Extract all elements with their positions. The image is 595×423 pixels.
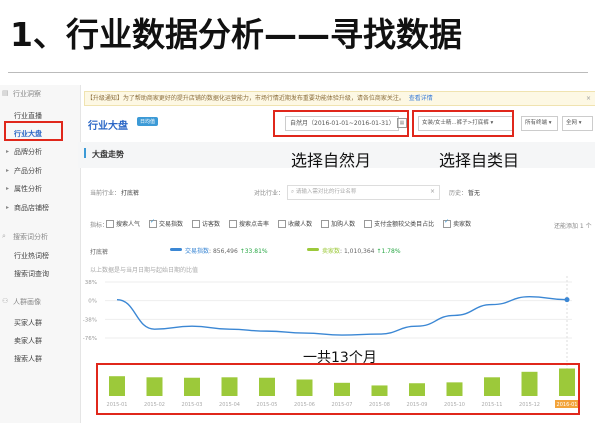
y-tick-label: 38%	[85, 280, 97, 286]
metric-label: 支付金额较父类目占比	[374, 221, 435, 228]
metric-option[interactable]: 搜索人气	[106, 219, 140, 228]
legend-swatch-trade	[170, 248, 182, 251]
metric-checkbox[interactable]	[278, 219, 287, 228]
metrics-row: 搜索人气 交易指数 访客数 搜索点击率 收藏人数 加购人数 支付金额较父类目占比 卖家数	[106, 218, 472, 228]
legend-trade-name: 交易指数	[185, 248, 210, 255]
metric-option[interactable]: 交易指数	[149, 218, 184, 228]
terminal-select[interactable]: 所有终端 ▾	[521, 116, 558, 131]
sidebar-item-brand[interactable]: 品牌分析	[14, 147, 42, 157]
callout-category: 选择自类目	[439, 151, 520, 170]
sidebar-item-query[interactable]: 搜索词查询	[14, 269, 49, 279]
line-trade	[116, 296, 568, 336]
metric-label: 加购人数	[331, 221, 356, 228]
history-value: 暂无	[468, 190, 481, 197]
expand-arrow-icon[interactable]: ▸	[6, 167, 9, 174]
metric-checkbox[interactable]	[321, 219, 330, 228]
metric-label: 卖家数	[453, 221, 472, 228]
legend-swatch-sellers	[307, 248, 319, 251]
title-divider	[8, 72, 588, 73]
sidebar-item-ranking[interactable]: 商品店铺榜	[14, 203, 49, 213]
legend-trade-change: 33.81%	[244, 248, 268, 255]
metric-option[interactable]: 搜索点击率	[229, 219, 269, 228]
metric-checkbox[interactable]	[106, 219, 114, 228]
slide-title: 1、行业数据分析——寻找数据	[10, 15, 462, 54]
metric-label: 收藏人数	[288, 221, 313, 228]
compare-input[interactable]: ⌕ 请输入需对比的行业名称	[287, 185, 440, 200]
y-tick-label: -76%	[83, 336, 97, 342]
search-icon: ⌕	[2, 232, 6, 240]
legend-sellers: 卖家数: 1,010,364 ↑1.78%	[322, 248, 401, 255]
metric-option[interactable]: 加购人数	[321, 219, 355, 228]
scope-select[interactable]: 全网 ▾	[562, 116, 593, 131]
scope-value: 全网	[566, 120, 578, 126]
metric-label: 访客数	[202, 221, 221, 228]
legend-sellers-value: 1,010,364	[343, 248, 375, 255]
module-title: 行业大盘	[88, 121, 128, 132]
compare-label: 对比行业：	[254, 190, 285, 197]
y-tick-label: -38%	[83, 317, 97, 323]
metric-option[interactable]: 访客数	[192, 219, 220, 228]
legend-sellers-change: 1.78%	[381, 248, 401, 255]
trend-title: 大盘走势	[92, 150, 124, 159]
metric-checkbox[interactable]	[229, 219, 238, 228]
legend-sellers-name: 卖家数	[322, 248, 341, 255]
current-industry-value: 打底裤	[121, 190, 140, 197]
close-icon[interactable]: ×	[586, 92, 591, 105]
metric-checkbox[interactable]	[364, 219, 373, 228]
y-tick-label: 0%	[88, 299, 97, 305]
history-label: 历史：	[449, 190, 468, 197]
metric-option[interactable]: 收藏人数	[278, 219, 312, 228]
metric-checkbox[interactable]	[192, 219, 201, 228]
sidebar-header-search: 搜索词分析	[13, 233, 48, 241]
sidebar-item-attribute[interactable]: 属性分析	[14, 184, 42, 194]
people-icon: ⚇	[2, 297, 9, 305]
sidebar-item-sellers[interactable]: 卖家人群	[14, 336, 42, 346]
legend-trade-value: 856,496	[212, 248, 238, 255]
notice-link[interactable]: 查看详情	[409, 95, 433, 102]
metric-checkbox[interactable]	[443, 218, 452, 228]
chart-industry-label: 打底裤	[90, 249, 109, 256]
highlight-date	[273, 110, 409, 137]
add-note: 还能添加 1 个	[554, 223, 592, 230]
current-industry-label: 当前行业：	[90, 190, 121, 197]
notice-text: 【升级通知】为了帮助商家更好的提升店铺的数据化运营能力，市场行情近期发布重要功能…	[86, 95, 405, 102]
sidebar-item-buyers[interactable]: 买家人群	[14, 318, 42, 328]
metric-option[interactable]: 卖家数	[443, 218, 472, 228]
sidebar-header-industry: 行业洞察	[13, 90, 41, 98]
chart-icon: ▤	[2, 89, 9, 97]
sidebar-header-people: 人群画像	[13, 298, 41, 306]
highlight-category	[412, 110, 514, 137]
highlight-sidebar-market	[4, 121, 63, 141]
terminal-value: 所有终端	[525, 120, 548, 126]
metric-checkbox[interactable]	[149, 218, 158, 228]
expand-arrow-icon[interactable]: ▸	[6, 204, 9, 211]
metric-label: 搜索点击率	[239, 221, 270, 228]
expand-arrow-icon[interactable]: ▸	[6, 148, 9, 155]
notice-banner: 【升级通知】为了帮助商家更好的提升店铺的数据化运营能力，市场行情近期发布重要功能…	[84, 91, 595, 106]
highlight-months	[96, 363, 580, 415]
module-badge: 日均值	[137, 117, 159, 126]
callout-date: 选择自然月	[291, 151, 372, 170]
legend-trade: 交易指数: 856,496 ↑33.81%	[185, 248, 268, 255]
metric-label: 交易指数	[159, 221, 184, 228]
trend-marker	[84, 148, 86, 158]
sidebar-item-product[interactable]: 产品分析	[14, 166, 42, 176]
sidebar-item-searchers[interactable]: 搜索人群	[14, 354, 42, 364]
point-trade	[564, 297, 570, 303]
metric-option[interactable]: 支付金额较父类目占比	[364, 219, 434, 228]
expand-arrow-icon[interactable]: ▸	[6, 185, 9, 192]
metric-label: 搜索人气	[116, 221, 141, 228]
sidebar-item-hotwords[interactable]: 行业热词榜	[14, 251, 49, 261]
sidebar-item-live[interactable]: 行业直播	[14, 111, 42, 121]
clear-icon[interactable]: ×	[430, 188, 435, 195]
compare-placeholder: 请输入需对比的行业名称	[295, 189, 357, 195]
